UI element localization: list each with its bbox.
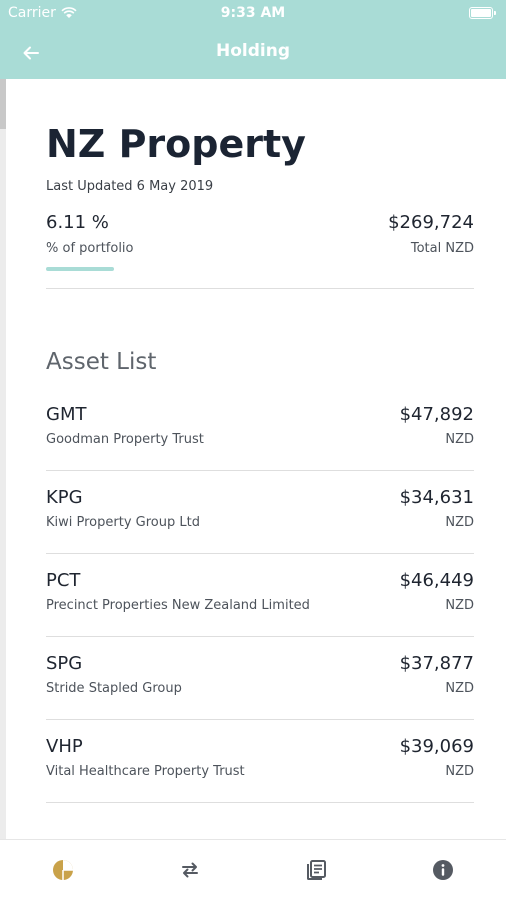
asset-name: Vital Healthcare Property Trust [46, 764, 245, 779]
navigation-bar: Holding [0, 34, 506, 70]
divider [46, 288, 474, 289]
battery-icon [469, 7, 496, 19]
portfolio-progress-fill [46, 267, 114, 271]
scrollbar[interactable] [0, 79, 6, 839]
asset-name: Goodman Property Trust [46, 432, 204, 447]
asset-currency: NZD [445, 681, 474, 696]
tab-news[interactable] [253, 840, 380, 900]
tab-bar [0, 839, 506, 900]
asset-value: $46,449 [399, 570, 474, 591]
portfolio-percent: 6.11 % [46, 212, 109, 233]
pie-chart-icon [53, 860, 74, 880]
status-bar: Carrier 9:33 AM [0, 0, 506, 28]
asset-value: $37,877 [399, 653, 474, 674]
asset-row-gmt[interactable]: GMT Goodman Property Trust $47,892 NZD [46, 388, 474, 471]
tab-portfolio[interactable] [0, 840, 127, 900]
info-icon [432, 860, 453, 880]
asset-ticker: PCT [46, 570, 81, 591]
asset-name: Stride Stapled Group [46, 681, 182, 696]
total-value-label: Total NZD [410, 241, 474, 256]
news-icon [307, 860, 327, 880]
portfolio-progress-bar [46, 267, 474, 271]
asset-list: GMT Goodman Property Trust $47,892 NZD K… [46, 388, 474, 803]
asset-currency: NZD [445, 515, 474, 530]
tab-transactions[interactable] [127, 840, 254, 900]
asset-value: $34,631 [399, 487, 474, 508]
page-title: Holding [215, 41, 290, 61]
asset-row-vhp[interactable]: VHP Vital Healthcare Property Trust $39,… [46, 720, 474, 803]
tab-info[interactable] [380, 840, 506, 900]
total-value: $269,724 [388, 212, 474, 233]
asset-row-spg[interactable]: SPG Stride Stapled Group $37,877 NZD [46, 637, 474, 720]
asset-name: Kiwi Property Group Ltd [46, 515, 200, 530]
last-updated-text: Last Updated 6 May 2019 [46, 179, 214, 194]
asset-ticker: VHP [46, 736, 83, 757]
status-time: 9:33 AM [220, 5, 286, 21]
portfolio-percent-label: % of portfolio [46, 241, 134, 256]
asset-list-heading: Asset List [46, 349, 157, 375]
asset-currency: NZD [445, 764, 474, 779]
asset-value: $39,069 [399, 736, 474, 757]
asset-row-kpg[interactable]: KPG Kiwi Property Group Ltd $34,631 NZD [46, 471, 474, 554]
asset-ticker: KPG [46, 487, 83, 508]
header-bar: Carrier 9:33 AM Holding [0, 0, 506, 79]
asset-name: Precinct Properties New Zealand Limited [46, 598, 310, 613]
asset-value: $47,892 [399, 404, 474, 425]
asset-ticker: SPG [46, 653, 83, 674]
asset-ticker: GMT [46, 404, 87, 425]
holding-title: NZ Property [46, 122, 306, 166]
asset-row-pct[interactable]: PCT Precinct Properties New Zealand Limi… [46, 554, 474, 637]
asset-currency: NZD [445, 598, 474, 613]
asset-currency: NZD [445, 432, 474, 447]
transfer-arrows-icon [181, 862, 198, 878]
scrollbar-thumb[interactable] [0, 79, 6, 129]
